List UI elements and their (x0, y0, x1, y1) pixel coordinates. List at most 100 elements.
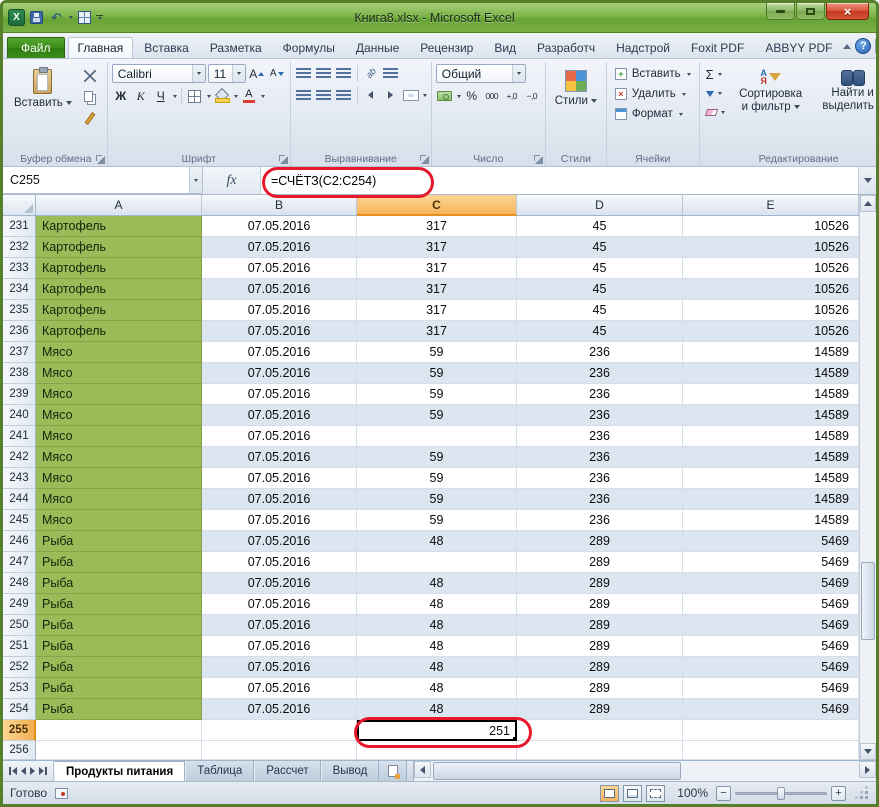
ribbon-tab-ABBYY PDF[interactable]: ABBYY PDF (755, 37, 842, 58)
row-header-254[interactable]: 254 (3, 699, 36, 720)
cell-C242[interactable]: 59 (357, 447, 517, 468)
zoom-in-button[interactable]: + (831, 786, 846, 801)
cell-C254[interactable]: 48 (357, 699, 517, 720)
cell-B251[interactable]: 07.05.2016 (202, 636, 357, 657)
cell-E245[interactable]: 14589 (683, 510, 859, 531)
cell-D236[interactable]: 45 (517, 321, 683, 342)
increase-decimal-button[interactable]: +,0 (503, 87, 521, 105)
scroll-down-button[interactable] (860, 743, 876, 760)
cell-A255[interactable] (36, 720, 202, 741)
row-header-252[interactable]: 252 (3, 657, 36, 678)
cell-C233[interactable]: 317 (357, 258, 517, 279)
zoom-slider[interactable] (735, 792, 827, 795)
cell-A246[interactable]: Рыба (36, 531, 202, 552)
cell-D248[interactable]: 289 (517, 573, 683, 594)
cell-B232[interactable]: 07.05.2016 (202, 237, 357, 258)
dialog-launcher-icon[interactable] (279, 155, 288, 164)
ribbon-tab-Foxit PDF[interactable]: Foxit PDF (681, 37, 754, 58)
cell-D239[interactable]: 236 (517, 384, 683, 405)
font-size-select[interactable]: 11 (208, 64, 246, 83)
format-cells-button[interactable]: Формат (611, 104, 695, 124)
cell-D252[interactable]: 289 (517, 657, 683, 678)
cell-B241[interactable]: 07.05.2016 (202, 426, 357, 447)
cell-C236[interactable]: 317 (357, 321, 517, 342)
italic-button[interactable]: К (132, 87, 150, 105)
row-header-243[interactable]: 243 (3, 468, 36, 489)
ribbon-tab-Разработч[interactable]: Разработч (527, 37, 605, 58)
row-header-236[interactable]: 236 (3, 321, 36, 342)
accounting-dropdown-icon[interactable] (457, 95, 461, 98)
sheet-tab-Рассчет[interactable]: Рассчет (254, 761, 320, 781)
cell-A245[interactable]: Мясо (36, 510, 202, 531)
fill-button[interactable] (704, 85, 727, 102)
cell-E240[interactable]: 14589 (683, 405, 859, 426)
cell-D232[interactable]: 45 (517, 237, 683, 258)
prev-sheet-button[interactable] (21, 767, 26, 775)
qat-table-button[interactable] (76, 9, 93, 26)
cell-A233[interactable]: Картофель (36, 258, 202, 279)
cell-B239[interactable]: 07.05.2016 (202, 384, 357, 405)
hscroll-track[interactable] (431, 761, 859, 781)
row-header-235[interactable]: 235 (3, 300, 36, 321)
minimize-button[interactable] (766, 3, 795, 20)
cell-E254[interactable]: 5469 (683, 699, 859, 720)
tab-splitter[interactable] (407, 761, 414, 781)
cell-E237[interactable]: 14589 (683, 342, 859, 363)
align-middle-button[interactable] (315, 64, 333, 82)
row-header-233[interactable]: 233 (3, 258, 36, 279)
number-format-select[interactable]: Общий (436, 64, 526, 83)
bold-button[interactable]: Ж (112, 87, 130, 105)
cell-A256[interactable] (36, 741, 202, 760)
cell-C231[interactable]: 317 (357, 216, 517, 237)
cell-E231[interactable]: 10526 (683, 216, 859, 237)
cell-D238[interactable]: 236 (517, 363, 683, 384)
cell-B250[interactable]: 07.05.2016 (202, 615, 357, 636)
cell-D255[interactable] (517, 720, 683, 741)
cell-D241[interactable]: 236 (517, 426, 683, 447)
row-header-256[interactable]: 256 (3, 741, 36, 760)
ribbon-tab-Рецензир[interactable]: Рецензир (410, 37, 483, 58)
cell-D246[interactable]: 289 (517, 531, 683, 552)
cell-A247[interactable]: Рыба (36, 552, 202, 573)
sheet-tab-Вывод[interactable]: Вывод (321, 761, 380, 781)
cell-C232[interactable]: 317 (357, 237, 517, 258)
orientation-button[interactable]: ab (362, 64, 380, 82)
last-sheet-button[interactable] (39, 767, 47, 775)
cell-styles-button[interactable]: Стили (550, 64, 602, 111)
cell-C251[interactable]: 48 (357, 636, 517, 657)
row-header-245[interactable]: 245 (3, 510, 36, 531)
shrink-font-button[interactable]: А (268, 65, 286, 83)
cell-A239[interactable]: Мясо (36, 384, 202, 405)
name-box[interactable]: C255 (3, 167, 203, 194)
sheet-tab-Таблица[interactable]: Таблица (185, 761, 254, 781)
select-all-corner[interactable] (3, 195, 36, 216)
delete-cells-button[interactable]: × Удалить (611, 84, 695, 104)
cell-B231[interactable]: 07.05.2016 (202, 216, 357, 237)
row-header-238[interactable]: 238 (3, 363, 36, 384)
ribbon-tab-Формулы[interactable]: Формулы (273, 37, 345, 58)
cell-B242[interactable]: 07.05.2016 (202, 447, 357, 468)
cell-C244[interactable]: 59 (357, 489, 517, 510)
cell-D237[interactable]: 236 (517, 342, 683, 363)
cell-E250[interactable]: 5469 (683, 615, 859, 636)
row-header-249[interactable]: 249 (3, 594, 36, 615)
close-button[interactable]: × (826, 3, 869, 20)
save-button[interactable] (28, 9, 45, 26)
font-color-dropdown-icon[interactable] (261, 95, 265, 98)
cell-C256[interactable] (357, 741, 517, 760)
view-page-layout-button[interactable] (623, 785, 642, 802)
cell-E253[interactable]: 5469 (683, 678, 859, 699)
cell-A253[interactable]: Рыба (36, 678, 202, 699)
align-top-button[interactable] (295, 64, 313, 82)
cell-A231[interactable]: Картофель (36, 216, 202, 237)
cell-C255[interactable]: 251 (357, 720, 517, 741)
cell-A236[interactable]: Картофель (36, 321, 202, 342)
row-header-239[interactable]: 239 (3, 384, 36, 405)
undo-dropdown-icon[interactable] (69, 16, 73, 19)
align-bottom-button[interactable] (335, 64, 353, 82)
wrap-text-button[interactable] (382, 64, 400, 82)
row-header-248[interactable]: 248 (3, 573, 36, 594)
cell-A240[interactable]: Мясо (36, 405, 202, 426)
cell-B246[interactable]: 07.05.2016 (202, 531, 357, 552)
cell-B247[interactable]: 07.05.2016 (202, 552, 357, 573)
